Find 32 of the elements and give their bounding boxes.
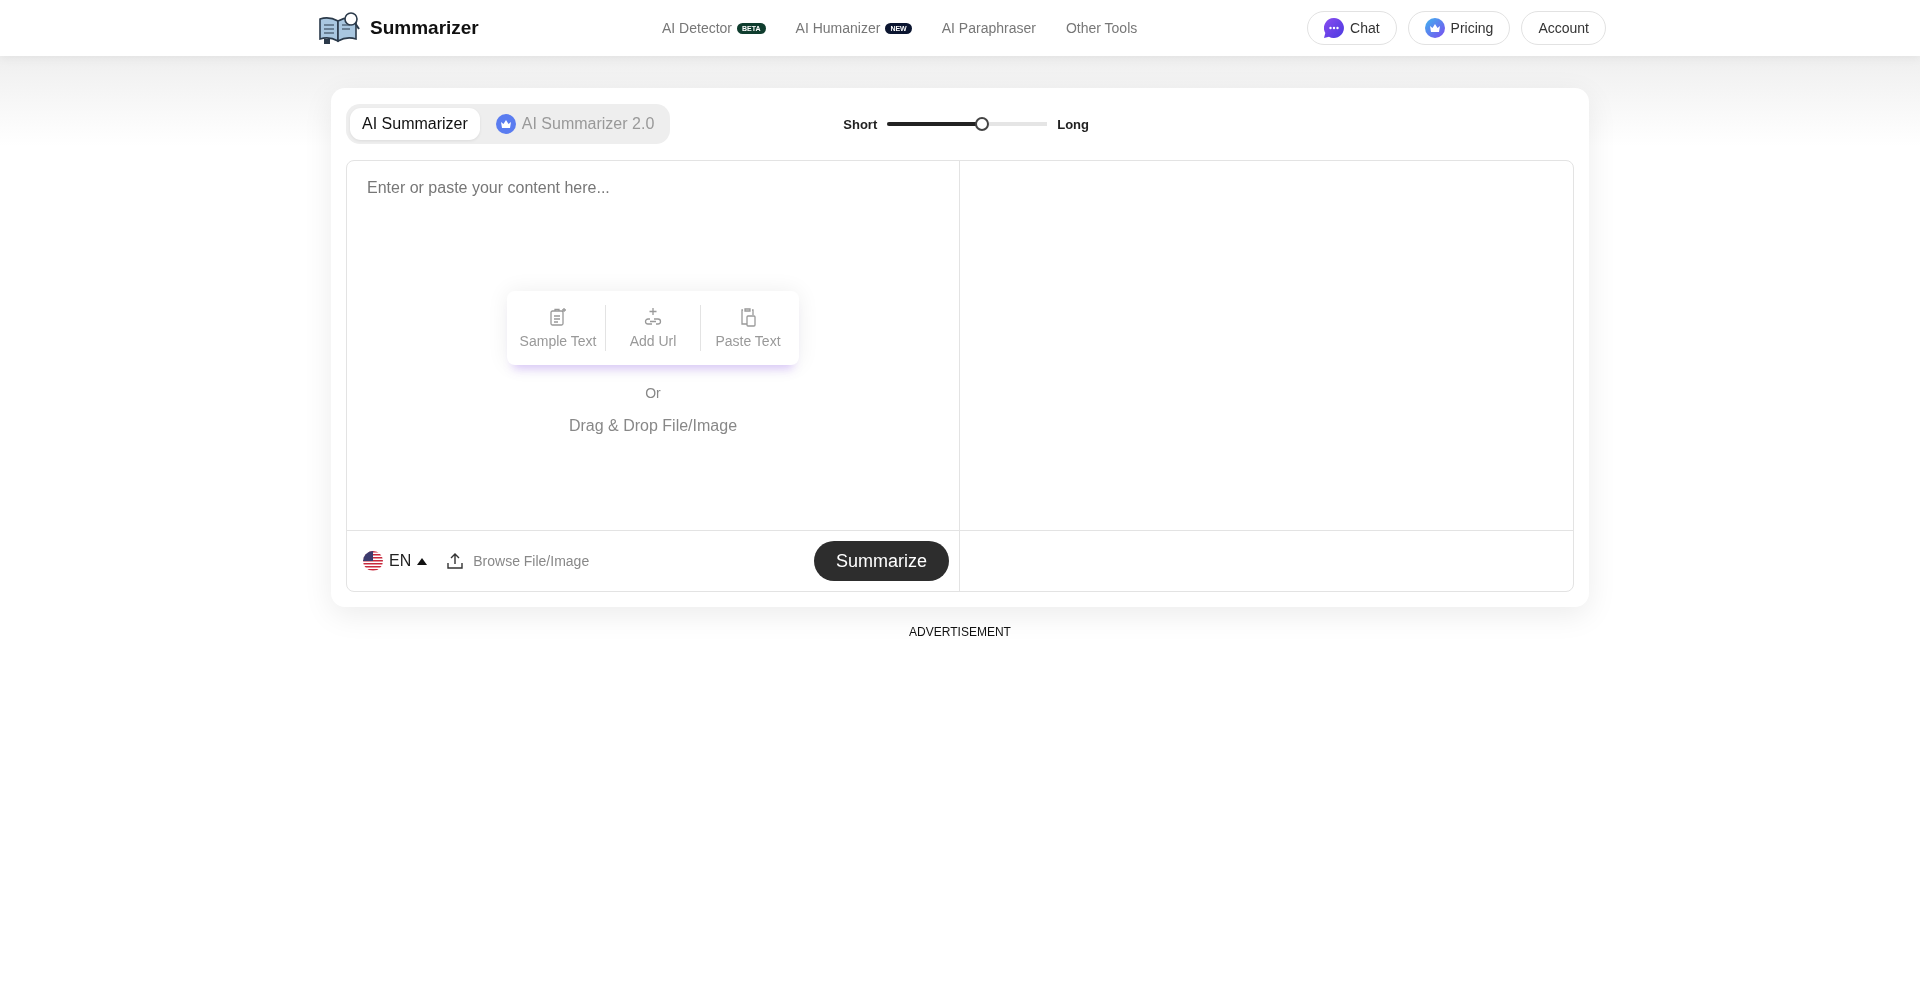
drop-zone-hint: Drag & Drop File/Image [568,417,738,435]
slider-min-label: Short [843,116,878,132]
flag-icon [363,551,383,571]
brand-name: Summarizer [370,17,479,39]
editor-frame[interactable]: Enter or paste your content here... Sample Text Add Url Paste Text Or Drag & Drop File/Image EN Browse File/Image Summarize [346,160,1574,592]
nav-link[interactable]: AI Humanizer [795,20,881,36]
slider-max-label: Long [1057,116,1089,132]
browse-file-button[interactable]: Browse File/Image [441,552,596,570]
account-button[interactable]: Account [1521,11,1606,45]
clipboard-plus-icon [548,307,568,327]
slider-thumb[interactable] [974,117,989,131]
pricing-button[interactable]: Pricing [1407,11,1511,45]
nav-link[interactable]: Other Tools [1065,20,1138,36]
or-separator-text: Or [645,385,661,401]
chat-bubble-icon [1324,18,1345,38]
advertisement-label: ADVERTISEMENT [908,625,1012,639]
upload-icon [447,553,464,569]
clipboard-copy-icon [738,307,758,327]
link-plus-icon [643,307,663,327]
nav-link[interactable]: AI Paraphraser [941,20,1036,36]
sample-action-button[interactable]: Sample Text [511,299,605,357]
caret-up-icon [417,557,428,565]
nav-link[interactable]: AI Detector [662,20,733,36]
chat-button[interactable]: Chat [1307,11,1397,45]
url-action-button[interactable]: Add Url [606,299,700,357]
mode-tab[interactable]: AI Summarizer 2.0 [483,108,667,140]
crown-icon [1424,18,1445,38]
summarize-button[interactable]: Summarize [813,541,949,581]
mode-tab[interactable]: AI Summarizer [350,108,480,140]
paste-action-button[interactable]: Paste Text [701,299,795,357]
book-magnifier-logo-icon [318,11,360,45]
language-selector[interactable]: EN [357,550,434,572]
